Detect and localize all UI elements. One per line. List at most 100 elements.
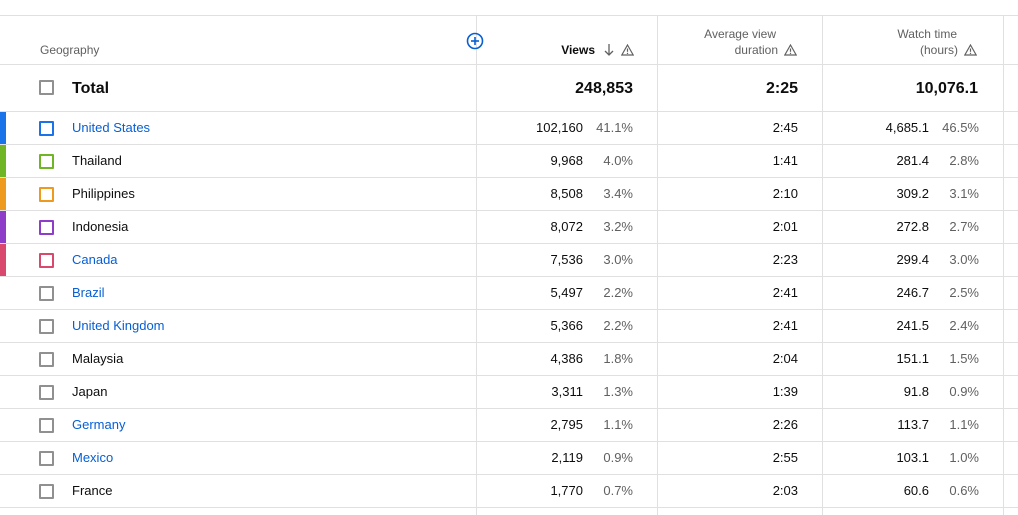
row-checkbox[interactable]: [39, 352, 54, 367]
watch-time-value: 91.8: [903, 384, 929, 399]
avg-duration-value: 2:26: [772, 417, 798, 432]
views-value: 2,795: [550, 417, 583, 432]
country-name[interactable]: Germany: [72, 417, 125, 433]
watch-time-percent: 0.9%: [949, 384, 979, 399]
views-percent: 1.1%: [603, 417, 633, 432]
geography-header[interactable]: Geography: [40, 42, 99, 58]
table-row: Malaysia 4,386 1.8% 2:04 151.1 1.5%: [0, 343, 1018, 376]
avg-duration-value: 2:45: [772, 120, 798, 135]
avg-duration-value: 2:03: [772, 483, 798, 498]
series-color-bar: [0, 112, 6, 145]
views-value: 5,366: [550, 318, 583, 333]
watch-time-percent: 2.4%: [949, 318, 979, 333]
row-checkbox[interactable]: [39, 121, 54, 136]
watch-time-percent: 1.0%: [949, 450, 979, 465]
total-checkbox[interactable]: [39, 80, 54, 95]
watch-time-header[interactable]: Watch time (hours): [826, 26, 977, 58]
avg-duration-value: 2:41: [772, 285, 798, 300]
country-name[interactable]: Mexico: [72, 450, 113, 466]
row-checkbox[interactable]: [39, 319, 54, 334]
table-row: United Kingdom 5,366 2.2% 2:41 241.5 2.4%: [0, 310, 1018, 343]
views-value: 4,386: [550, 351, 583, 366]
country-name[interactable]: Canada: [72, 252, 118, 268]
watch-time-header-line2-wrap: (hours): [826, 42, 977, 58]
country-name: Philippines: [72, 186, 135, 201]
table-row: Germany 2,795 1.1% 2:26 113.7 1.1%: [0, 409, 1018, 442]
watch-time-percent: 3.1%: [949, 186, 979, 201]
row-checkbox[interactable]: [39, 220, 54, 235]
avg-duration-header-line2-wrap: duration: [660, 42, 797, 58]
watch-time-percent: 1.1%: [949, 417, 979, 432]
watch-time-value: 103.1: [896, 450, 929, 465]
row-checkbox[interactable]: [39, 451, 54, 466]
row-checkbox[interactable]: [39, 385, 54, 400]
watch-time-percent: 1.5%: [949, 351, 979, 366]
row-checkbox[interactable]: [39, 286, 54, 301]
avg-duration-value: 2:01: [772, 219, 798, 234]
series-color-bar: [0, 145, 6, 178]
views-percent: 3.4%: [603, 186, 633, 201]
table-row: Canada 7,536 3.0% 2:23 299.4 3.0%: [0, 244, 1018, 277]
views-value: 5,497: [550, 285, 583, 300]
avg-duration-value: 1:39: [772, 384, 798, 399]
avg-duration-value: 2:04: [772, 351, 798, 366]
row-checkbox[interactable]: [39, 187, 54, 202]
views-value: 7,536: [550, 252, 583, 267]
table-row: Mexico 2,119 0.9% 2:55 103.1 1.0%: [0, 442, 1018, 475]
avg-duration-value: 1:41: [772, 153, 798, 168]
country-name: France: [72, 483, 113, 498]
watch-time-value: 299.4: [896, 252, 929, 267]
watch-time-value: 151.1: [896, 351, 929, 366]
watch-time-value: 4,685.1: [885, 120, 929, 135]
views-value: 8,508: [550, 186, 583, 201]
watch-time-header-line1: Watch time: [897, 27, 957, 41]
country-name[interactable]: United Kingdom: [72, 318, 165, 334]
country-name: Japan: [72, 384, 108, 399]
watch-time-value: 272.8: [896, 219, 929, 234]
country-name[interactable]: Brazil: [72, 285, 105, 301]
table-top-border: [0, 15, 1018, 16]
views-percent: 1.8%: [603, 351, 633, 366]
row-checkbox[interactable]: [39, 418, 54, 433]
views-value: 3,311: [551, 384, 583, 399]
avg-duration-value: 2:23: [772, 252, 798, 267]
views-value: 8,072: [550, 219, 583, 234]
avg-duration-value: 2:55: [772, 450, 798, 465]
row-checkbox[interactable]: [39, 154, 54, 169]
avg-duration-header-line1: Average view: [704, 27, 776, 41]
views-value: 102,160: [536, 120, 583, 135]
row-divider: [0, 507, 1018, 508]
add-metric-icon[interactable]: [466, 32, 484, 50]
warning-icon[interactable]: [784, 44, 797, 56]
watch-time-percent: 2.5%: [949, 285, 979, 300]
watch-time-value: 241.5: [896, 318, 929, 333]
country-name: Indonesia: [72, 219, 129, 234]
views-percent: 2.2%: [603, 318, 633, 333]
series-color-bar: [0, 244, 6, 277]
row-checkbox[interactable]: [39, 253, 54, 268]
views-percent: 0.7%: [603, 483, 633, 498]
row-checkbox[interactable]: [39, 484, 54, 499]
country-name[interactable]: United States: [72, 120, 150, 136]
warning-icon[interactable]: [964, 44, 977, 56]
views-percent: 41.1%: [596, 120, 633, 135]
views-header-label: Views: [561, 43, 595, 57]
watch-time-value: 60.6: [903, 483, 929, 498]
views-percent: 3.0%: [603, 252, 633, 267]
views-value: 1,770: [550, 483, 583, 498]
avg-duration-value: 2:10: [772, 186, 798, 201]
table-row: United States 102,160 41.1% 2:45 4,685.1 46.5…: [0, 112, 1018, 145]
total-label: Total: [72, 80, 110, 97]
warning-icon[interactable]: [621, 44, 634, 56]
series-color-bar: [0, 211, 6, 244]
country-name: Thailand: [72, 153, 122, 168]
table-row: Indonesia 8,072 3.2% 2:01 272.8 2.7%: [0, 211, 1018, 244]
avg-duration-value: 2:41: [772, 318, 798, 333]
total-row: Total 248,853 2:25 10,076.1: [0, 65, 1018, 111]
table-row: Brazil 5,497 2.2% 2:41 246.7 2.5%: [0, 277, 1018, 310]
avg-duration-header[interactable]: Average view duration: [660, 26, 797, 58]
watch-time-value: 281.4: [896, 153, 929, 168]
views-header[interactable]: Views: [500, 42, 634, 58]
watch-time-percent: 2.7%: [949, 219, 979, 234]
watch-time-value: 113.7: [897, 417, 929, 432]
